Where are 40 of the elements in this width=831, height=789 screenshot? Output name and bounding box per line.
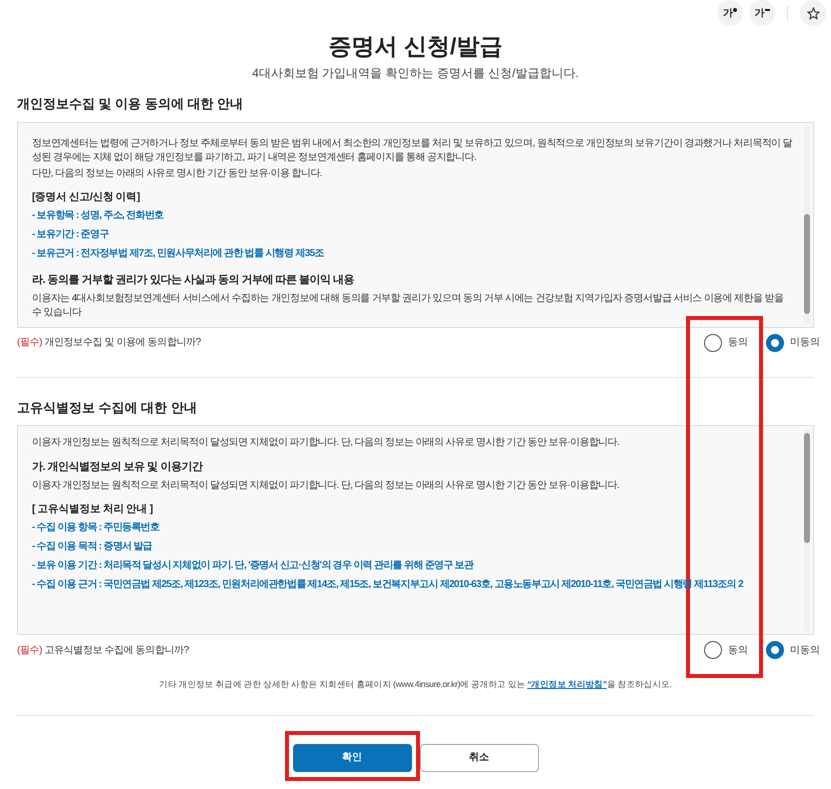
radio-button[interactable] bbox=[704, 334, 722, 352]
notice-item: - 보유항목 : 성명, 주소, 전화번호 bbox=[32, 209, 164, 224]
privacy-note: 기타 개인정보 취급에 관한 상세한 사항은 지회센터 홈페이지 (www.4insure.or.kr)에 공개하고 있는 “개인정보 처리방침”을 참조하십시오. bbox=[158, 678, 673, 691]
star-icon bbox=[806, 6, 820, 20]
notice-text: 이용자는 4대사회보험정보연계센터 서비스에서 수집하는 개인정보에 대해 동의를 거부할 권리가 있으며 동의 거부 시에는 건강보험 지역가입자 증명서발급 서비스 이용에 제한을 받을 수 있습니다 bbox=[32, 292, 784, 320]
notice-text: 정보연계센터는 법령에 근거하거나 정보 주체로부터 동의 받은 범위 내에서 최소한의 개인정보를 처리 및 보유하고 있으며, 원칙적으로 개인정보의 보유기간이 경과했거나 처리목적이 달성된 경우에는 지체 없이 해당 개인정보를 파기하고, 파기 내역은 정보연계센터 홈페이지를 통해 공지합니다. bbox=[32, 136, 793, 164]
section-title: 고유식별정보 수집에 대한 안내 bbox=[17, 398, 198, 416]
notice-subheading: [증명서 신고/신청 이력] bbox=[32, 190, 141, 204]
privacy-policy-link[interactable]: “개인정보 처리방침” bbox=[527, 679, 607, 689]
notice-heading: 라. 동의를 거부할 권리가 있다는 사실과 동의 거부에 따른 불이익 내용 bbox=[32, 273, 356, 288]
minus-icon bbox=[764, 9, 770, 11]
scrollbar[interactable] bbox=[804, 126, 810, 324]
font-size-button[interactable]: 가 bbox=[717, 0, 743, 26]
notice-item: - 보유근거 : 전자정부법 제7조, 민원사무처리에 관한 법률 시행령 제35조 bbox=[32, 247, 325, 262]
notice-text: 이용자 개인정보는 원칙적으로 처리목적이 달성되면 지체없이 파기합니다. 단, 다음의 정보는 아래의 사유로 명시한 기간 동안 보유·이용합니다. bbox=[32, 436, 620, 450]
notice-text: 다만, 다음의 정보는 아래의 사유로 명시한 기간 동안 보유·이용 합니다. bbox=[32, 166, 323, 180]
notice-item: - 보유기간 : 준영구 bbox=[32, 228, 110, 242]
radio-option[interactable]: 동의 bbox=[704, 641, 748, 659]
notice-text: 이용자 개인정보는 원칙적으로 처리목적이 달성되면 지체없이 파기합니다. 단, 다음의 정보는 아래의 사유로 명시한 기간 동안 보유·이용합니다. bbox=[32, 478, 620, 492]
radio-button[interactable] bbox=[766, 334, 784, 352]
radio-button[interactable] bbox=[704, 641, 722, 659]
favorite-button[interactable] bbox=[800, 0, 826, 26]
section-title: 개인정보수집 및 이용 동의에 대한 안내 bbox=[17, 95, 244, 113]
notice-item: - 수집 이용 항목 : 주민등록번호 bbox=[32, 521, 160, 536]
notice-item: - 수집 이용 목적 : 증명서 발급 bbox=[32, 540, 154, 554]
confirm-button[interactable]: 확인 bbox=[292, 744, 412, 772]
page-title: 증명서 신청/발급 bbox=[328, 32, 504, 61]
notice-item: - 보유 이용 기간 : 처리목적 달성시 지체없이 파기. 단, '증명서 신고·신청'의 경우 이력 관리를 위해 준영구 보관 bbox=[32, 559, 475, 574]
font-size-button[interactable]: 가 bbox=[749, 0, 775, 26]
radio-option[interactable]: 미동의 bbox=[766, 641, 820, 659]
scrollbar[interactable] bbox=[804, 429, 810, 631]
notice-subheading: [ 고유식별정보 처리 안내 ] bbox=[32, 502, 154, 516]
radio-button[interactable] bbox=[766, 641, 784, 659]
cancel-button[interactable]: 취소 bbox=[420, 744, 538, 772]
page-subtitle: 4대사회보험 가입내역을 확인하는 증명서를 신청/발급합니다. bbox=[251, 65, 580, 82]
radio-option[interactable]: 미동의 bbox=[766, 334, 820, 352]
consent-question: (필수) 개인정보수집 및 이용에 동의합니까? bbox=[17, 336, 202, 350]
notice-heading: 가. 개인식별정보의 보유 및 이용기간 bbox=[32, 460, 204, 475]
consent-question: (필수) 고유식별정보 수집에 동의합니까? bbox=[17, 644, 190, 658]
radio-option[interactable]: 동의 bbox=[704, 334, 748, 352]
